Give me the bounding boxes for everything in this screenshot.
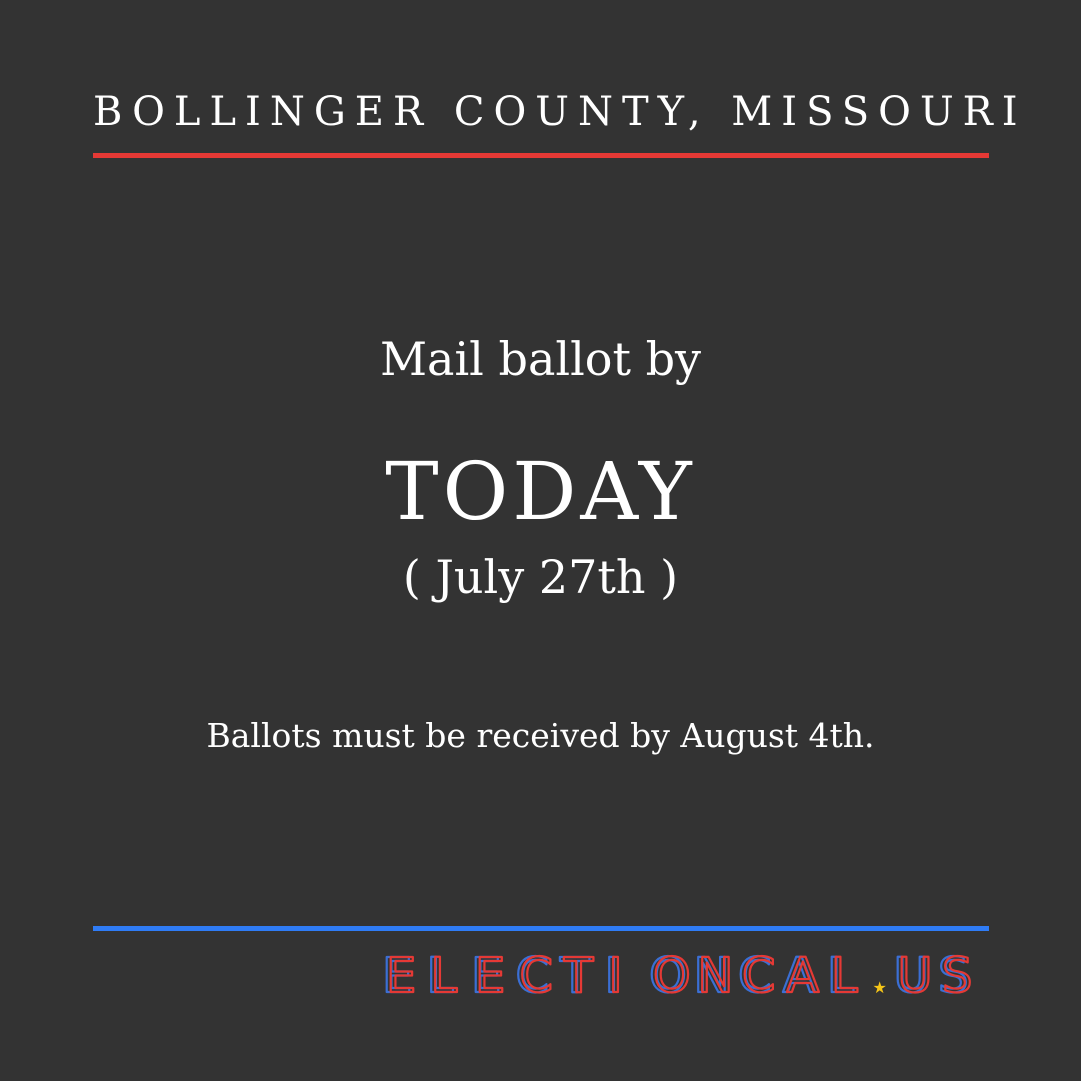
headline-deadline: TODAY [385, 445, 696, 538]
footer-rule-blue [93, 926, 989, 931]
announcement-card: BOLLINGER COUNTY, MISSOURI Mail ballot b… [0, 0, 1081, 1081]
logo-letter-offset: T [563, 950, 594, 998]
logo-letter-offset: I [609, 950, 623, 998]
title-underline-red [93, 153, 989, 158]
logo-letter-offset: E [475, 950, 505, 998]
logo-letter-offset: U [898, 950, 933, 998]
county-title: BOLLINGER COUNTY, MISSOURI [93, 89, 1027, 135]
logo-letter-offset: E [386, 950, 416, 998]
logo-letter-offset: A [787, 950, 820, 998]
logo-letter-offset: L [831, 950, 858, 998]
logo-letter-offset: N [698, 950, 734, 998]
logo-letter-offset: L [431, 950, 458, 998]
deadline-date: ( July 27th ) [402, 550, 679, 604]
logo-star-icon: ★ [873, 978, 887, 997]
electioncal-logo: E E L L E E C C T T I I O O N N C C A A L L ★ U U S S [380, 950, 989, 998]
logo-letter-offset: C [520, 950, 554, 998]
logo-letter-offset: C [742, 950, 776, 998]
received-by-note: Ballots must be received by August 4th. [206, 716, 875, 755]
logo-letter-offset: S [942, 950, 972, 998]
logo-wordmark: EE LL EE CC TT II OO NN CC AA LL ★ UU SS [381, 950, 974, 998]
subtitle: Mail ballot by [379, 332, 702, 386]
logo-letter-offset: O [653, 950, 691, 998]
